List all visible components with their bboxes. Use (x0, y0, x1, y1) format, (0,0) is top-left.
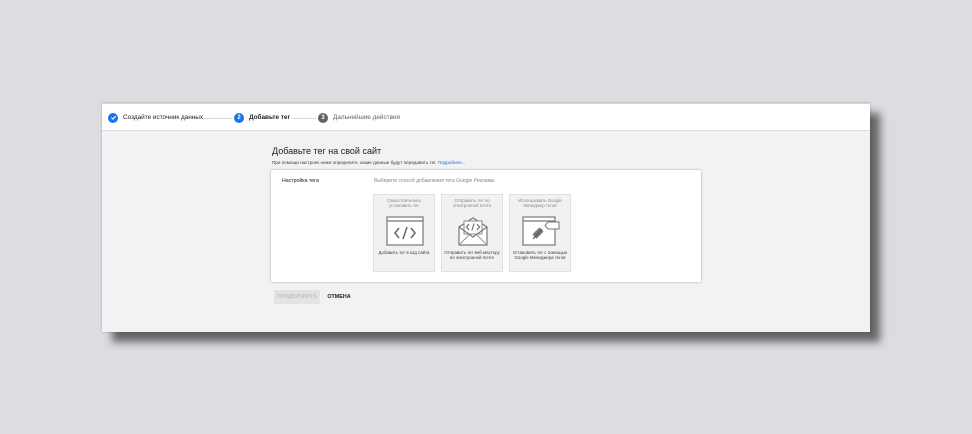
code-window-icon (386, 216, 424, 246)
step-add-tag[interactable]: 2 Добавьте тег (234, 111, 290, 124)
step-label: Добавьте тег (249, 114, 291, 121)
tag-method-hint: Выберите способ добавления тега Google Р… (374, 178, 495, 184)
step-label: Создайте источник данных (123, 114, 204, 121)
cancel-button[interactable]: ОТМЕНА (324, 290, 354, 304)
tag-settings-label: Настройка тега (282, 178, 319, 184)
option-email-tag[interactable]: Отправить тег по электронной почте Отпра… (441, 194, 503, 272)
option-description: Добавить тег в код сайта (378, 250, 430, 255)
subtitle-text: При помощи настроек ниже определите, как… (272, 160, 437, 165)
option-tag-manager[interactable]: Использовать Google Менеджер тегов Устан… (509, 194, 571, 272)
stepper: Создайте источник данных 2 Добавьте тег … (102, 103, 870, 131)
page-title: Добавьте тег на свой сайт (272, 146, 382, 156)
step-number-badge: 2 (234, 112, 244, 123)
step-create-source[interactable]: Создайте источник данных (108, 111, 203, 124)
step-next-actions[interactable]: 3 Дальнейшие действия (318, 111, 400, 124)
option-description: Установить тег с помощью Google Менеджер… (512, 250, 568, 261)
continue-button[interactable]: ПРОДОЛЖИТЬ (274, 290, 320, 304)
step-label: Дальнейшие действия (333, 114, 401, 121)
learn-more-link[interactable]: Подробнее... (438, 160, 466, 165)
step-divider (204, 118, 232, 119)
step-divider (292, 118, 316, 119)
option-description: Отправить тег веб-мастеру по электронной… (444, 250, 500, 261)
option-title: Использовать Google Менеджер тегов (518, 198, 562, 209)
app-window: Создайте источник данных 2 Добавьте тег … (102, 103, 870, 332)
check-icon (108, 112, 118, 123)
option-title: Отправить тег по электронной почте (452, 198, 492, 209)
page-subtitle: При помощи настроек ниже определите, как… (272, 160, 465, 165)
tag-settings-card: Настройка тега Выберите способ добавлени… (271, 170, 701, 282)
option-install-yourself[interactable]: Самостоятельно установить тег Добавить т… (373, 194, 435, 272)
option-title: Самостоятельно установить тег (386, 198, 422, 209)
step-number-badge: 3 (318, 112, 328, 123)
tag-manager-icon (522, 216, 560, 246)
email-code-icon (454, 216, 492, 246)
